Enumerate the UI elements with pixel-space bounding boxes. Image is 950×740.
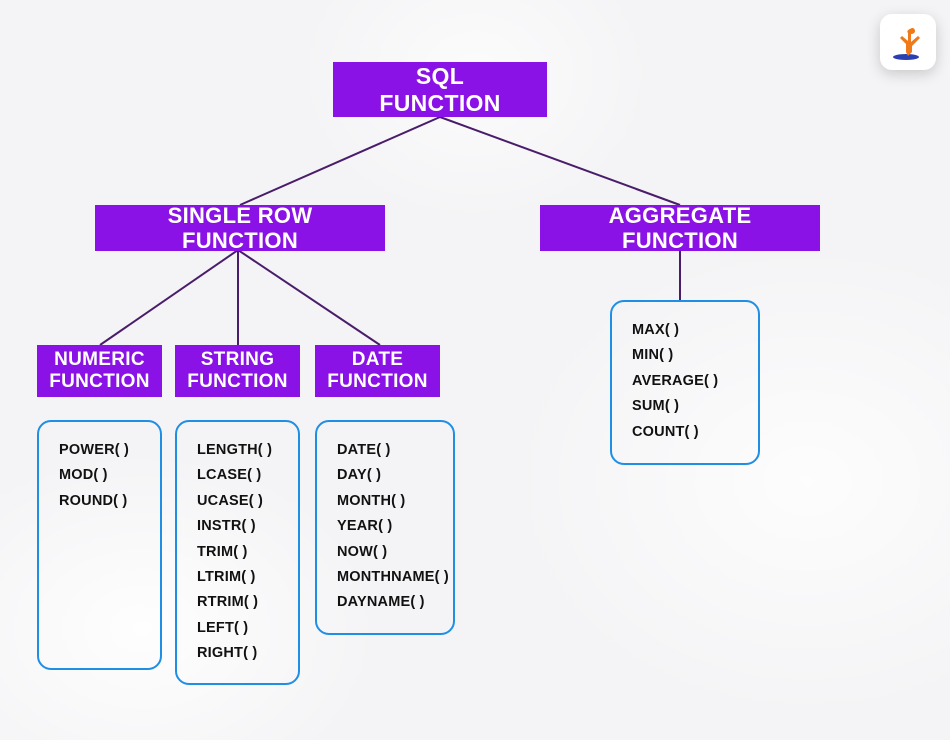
box-date-functions: DATE( ) DAY( ) MONTH( ) YEAR( ) NOW( ) M… [315,420,455,635]
list-item: POWER( ) [59,438,142,463]
list-item: MAX( ) [632,318,740,343]
node-single-row-function: SINGLE ROW FUNCTION [95,205,385,251]
node-label: DATE FUNCTION [327,349,428,393]
node-numeric-function: NUMERIC FUNCTION [37,345,162,397]
list-item: LEFT( ) [197,616,280,641]
node-string-function: STRING FUNCTION [175,345,300,397]
brand-logo [880,14,936,70]
list-item: MONTH( ) [337,489,435,514]
box-numeric-functions: POWER( ) MOD( ) ROUND( ) [37,420,162,670]
list-item: LCASE( ) [197,463,280,488]
list-item: DAY( ) [337,463,435,488]
list-item: RIGHT( ) [197,641,280,666]
list-item: RTRIM( ) [197,590,280,615]
node-label: NUMERIC FUNCTION [49,349,150,393]
list-item: DAYNAME( ) [337,590,435,615]
list-item: SUM( ) [632,394,740,419]
node-aggregate-function: AGGREGATE FUNCTION [540,205,820,251]
node-label: STRING FUNCTION [187,349,288,393]
node-sql-function: SQL FUNCTION [333,62,547,117]
list-item: INSTR( ) [197,514,280,539]
list-item: LTRIM( ) [197,565,280,590]
list-item: AVERAGE( ) [632,369,740,394]
box-string-functions: LENGTH( ) LCASE( ) UCASE( ) INSTR( ) TRI… [175,420,300,685]
box-aggregate-functions: MAX( ) MIN( ) AVERAGE( ) SUM( ) COUNT( ) [610,300,760,465]
list-item: ROUND( ) [59,489,142,514]
list-item: NOW( ) [337,540,435,565]
list-item: TRIM( ) [197,540,280,565]
list-item: UCASE( ) [197,489,280,514]
person-icon [888,22,928,62]
list-item: DATE( ) [337,438,435,463]
node-date-function: DATE FUNCTION [315,345,440,397]
list-item: LENGTH( ) [197,438,280,463]
list-item: MIN( ) [632,343,740,368]
list-item: YEAR( ) [337,514,435,539]
list-item: MOD( ) [59,463,142,488]
diagram-stage: SQL FUNCTION SINGLE ROW FUNCTION AGGREGA… [0,0,950,740]
list-item: MONTHNAME( ) [337,565,435,590]
list-item: COUNT( ) [632,420,740,445]
